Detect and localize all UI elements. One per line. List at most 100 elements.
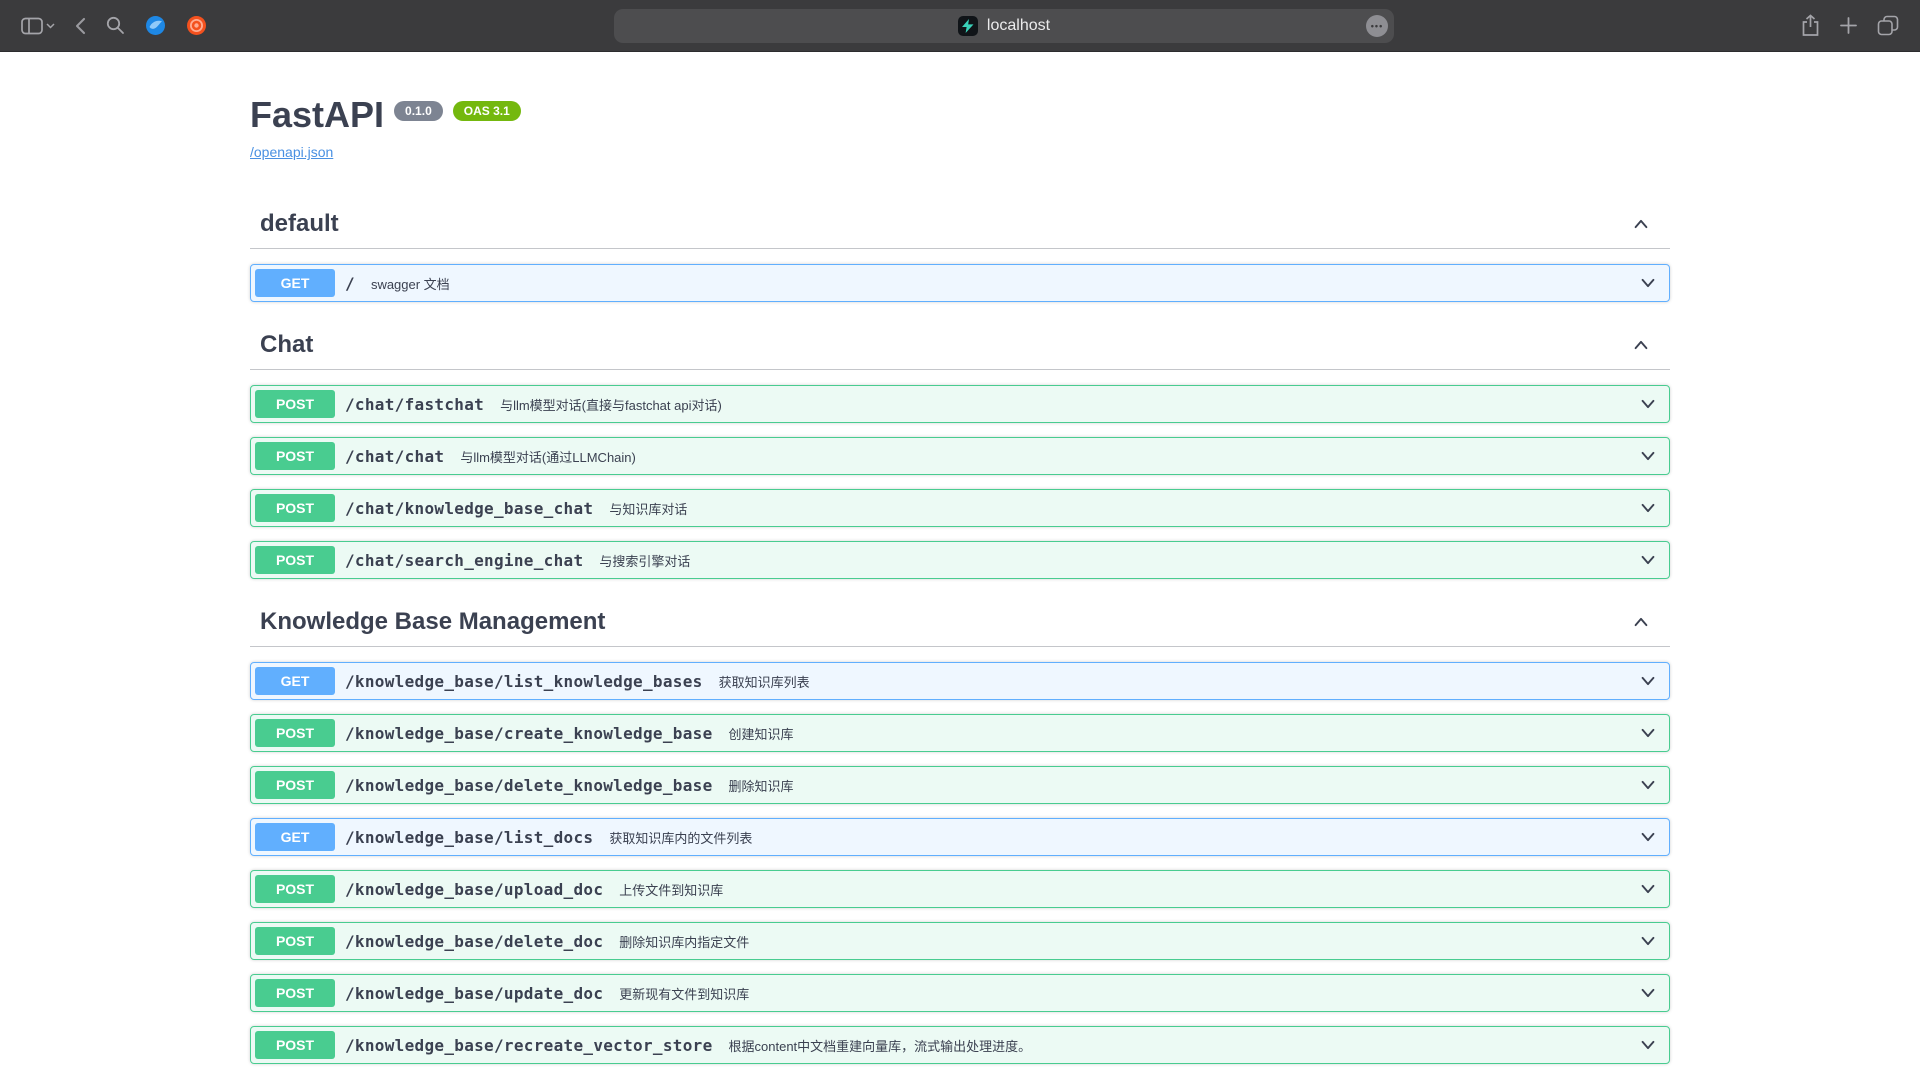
api-title: FastAPI	[250, 94, 384, 135]
section-header[interactable]: default	[250, 200, 1670, 249]
method-badge: POST	[255, 875, 335, 903]
section-title: default	[260, 210, 1632, 238]
operation-path: /knowledge_base/list_docs	[345, 828, 593, 847]
operation-path: /knowledge_base/update_doc	[345, 984, 603, 1003]
operation-row[interactable]: GET /knowledge_base/list_docs 获取知识库内的文件列…	[250, 818, 1670, 856]
extension-button-blue[interactable]	[142, 12, 169, 39]
operation-row[interactable]: POST /knowledge_base/recreate_vector_sto…	[250, 1026, 1670, 1064]
method-badge: POST	[255, 979, 335, 1007]
operation-path: /knowledge_base/list_knowledge_bases	[345, 672, 703, 691]
operation-row[interactable]: POST /knowledge_base/upload_doc 上传文件到知识库	[250, 870, 1670, 908]
operation-row[interactable]: POST /chat/knowledge_base_chat 与知识库对话	[250, 489, 1670, 527]
expand-operation-chevron-down-icon[interactable]	[1631, 499, 1665, 517]
operation-description: 删除知识库内指定文件	[619, 932, 1631, 951]
site-favicon	[958, 16, 978, 36]
operation-description: 删除知识库	[729, 776, 1631, 795]
blue-bird-extension-icon	[145, 15, 166, 36]
expand-operation-chevron-down-icon[interactable]	[1631, 551, 1665, 569]
method-badge: POST	[255, 719, 335, 747]
tab-overview-button[interactable]	[1874, 12, 1902, 39]
expand-operation-chevron-down-icon[interactable]	[1631, 880, 1665, 898]
operation-list: GET /knowledge_base/list_knowledge_bases…	[250, 647, 1670, 1083]
toolbar-left-group	[18, 12, 210, 39]
method-badge: POST	[255, 927, 335, 955]
operation-path: /knowledge_base/delete_doc	[345, 932, 603, 951]
plus-icon	[1840, 17, 1857, 34]
method-badge: GET	[255, 667, 335, 695]
expand-operation-chevron-down-icon[interactable]	[1631, 1036, 1665, 1054]
operation-description: swagger 文档	[371, 274, 1631, 293]
chevron-down-icon	[46, 23, 55, 29]
sidebar-toggle-button[interactable]	[18, 14, 58, 38]
method-badge: POST	[255, 546, 335, 574]
expand-operation-chevron-down-icon[interactable]	[1631, 274, 1665, 292]
section-header[interactable]: Knowledge Base Management	[250, 598, 1670, 647]
operation-path: /chat/chat	[345, 447, 444, 466]
operation-description: 上传文件到知识库	[619, 880, 1631, 899]
operation-row[interactable]: POST /knowledge_base/delete_knowledge_ba…	[250, 766, 1670, 804]
expand-operation-chevron-down-icon[interactable]	[1631, 724, 1665, 742]
collapse-section-chevron-up-icon[interactable]	[1632, 215, 1650, 233]
method-badge: POST	[255, 494, 335, 522]
swagger-page: FastAPI 0.1.0 OAS 3.1 /openapi.json defa…	[250, 52, 1670, 1083]
share-icon	[1801, 14, 1820, 37]
url-text: localhost	[987, 17, 1050, 35]
openapi-spec-link[interactable]: /openapi.json	[250, 144, 333, 160]
expand-operation-chevron-down-icon[interactable]	[1631, 395, 1665, 413]
operation-row[interactable]: POST /knowledge_base/update_doc 更新现有文件到知…	[250, 974, 1670, 1012]
expand-operation-chevron-down-icon[interactable]	[1631, 984, 1665, 1002]
operation-path: /knowledge_base/delete_knowledge_base	[345, 776, 713, 795]
address-bar[interactable]: localhost •••	[614, 9, 1394, 43]
operation-path: /chat/search_engine_chat	[345, 551, 583, 570]
search-button[interactable]	[103, 13, 128, 38]
operation-path: /knowledge_base/recreate_vector_store	[345, 1036, 713, 1055]
expand-operation-chevron-down-icon[interactable]	[1631, 672, 1665, 690]
method-badge: POST	[255, 771, 335, 799]
expand-operation-chevron-down-icon[interactable]	[1631, 776, 1665, 794]
operation-list: GET / swagger 文档	[250, 249, 1670, 321]
operation-row[interactable]: POST /chat/chat 与llm模型对话(通过LLMChain)	[250, 437, 1670, 475]
orange-ring-extension-icon	[186, 15, 207, 36]
operation-row[interactable]: GET /knowledge_base/list_knowledge_bases…	[250, 662, 1670, 700]
collapse-section-chevron-up-icon[interactable]	[1632, 613, 1650, 631]
operation-path: /knowledge_base/upload_doc	[345, 880, 603, 899]
sidebar-icon	[21, 17, 43, 35]
operation-path: /chat/knowledge_base_chat	[345, 499, 593, 518]
toolbar-right-group	[1798, 11, 1902, 40]
operation-row[interactable]: POST /knowledge_base/create_knowledge_ba…	[250, 714, 1670, 752]
operation-row[interactable]: POST /knowledge_base/delete_doc 删除知识库内指定…	[250, 922, 1670, 960]
lightning-bolt-icon	[962, 19, 974, 33]
api-section: Chat POST /chat/fastchat 与llm模型对话(直接与fas…	[250, 321, 1670, 598]
api-section: default GET / swagger 文档	[250, 200, 1670, 321]
page-title: FastAPI 0.1.0 OAS 3.1	[250, 94, 1670, 135]
operation-row[interactable]: POST /chat/fastchat 与llm模型对话(直接与fastchat…	[250, 385, 1670, 423]
operation-description: 与llm模型对话(直接与fastchat api对话)	[500, 395, 1631, 414]
operation-row[interactable]: GET / swagger 文档	[250, 264, 1670, 302]
operation-path: /knowledge_base/create_knowledge_base	[345, 724, 713, 743]
browser-toolbar: localhost •••	[0, 0, 1920, 52]
search-icon	[106, 16, 125, 35]
section-title: Knowledge Base Management	[260, 608, 1632, 636]
expand-operation-chevron-down-icon[interactable]	[1631, 932, 1665, 950]
api-info: FastAPI 0.1.0 OAS 3.1 /openapi.json	[250, 94, 1670, 162]
share-button[interactable]	[1798, 11, 1823, 40]
operation-description: 与知识库对话	[609, 499, 1631, 518]
extension-button-orange[interactable]	[183, 12, 210, 39]
expand-operation-chevron-down-icon[interactable]	[1631, 447, 1665, 465]
expand-operation-chevron-down-icon[interactable]	[1631, 828, 1665, 846]
page-options-button[interactable]: •••	[1366, 15, 1388, 37]
operation-description: 与搜索引擎对话	[599, 551, 1631, 570]
operation-description: 更新现有文件到知识库	[619, 984, 1631, 1003]
api-section-list: default GET / swagger 文档 Chat POST /chat…	[250, 200, 1670, 1083]
tabs-icon	[1877, 15, 1899, 36]
back-button[interactable]	[72, 14, 89, 38]
new-tab-button[interactable]	[1837, 14, 1860, 37]
operation-path: /chat/fastchat	[345, 395, 484, 414]
section-header[interactable]: Chat	[250, 321, 1670, 370]
oas-badge: OAS 3.1	[453, 101, 521, 121]
chevron-left-icon	[75, 17, 86, 35]
method-badge: POST	[255, 442, 335, 470]
collapse-section-chevron-up-icon[interactable]	[1632, 336, 1650, 354]
operation-row[interactable]: POST /chat/search_engine_chat 与搜索引擎对话	[250, 541, 1670, 579]
version-badge: 0.1.0	[394, 101, 443, 121]
